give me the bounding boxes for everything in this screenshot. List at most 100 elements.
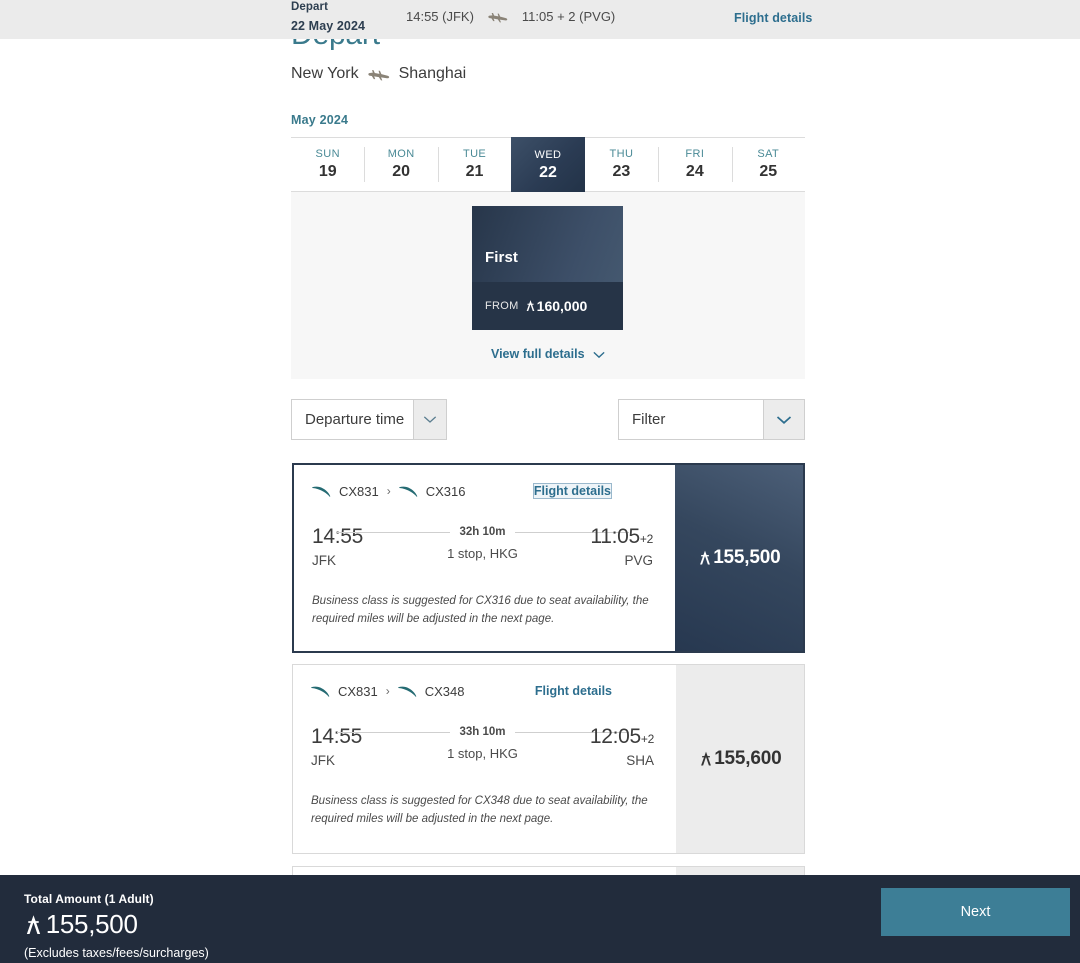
- flight-price-panel[interactable]: 155,600: [676, 665, 804, 853]
- flight-card-header: CX831 › CX348 Flight details: [311, 681, 654, 701]
- flight-details-link[interactable]: Flight details: [532, 483, 613, 499]
- cabin-class-section: First FROM 160,000 View full details: [291, 192, 805, 379]
- arrival-day-offset: +2: [640, 732, 654, 746]
- asia-miles-icon: [699, 750, 713, 768]
- next-button[interactable]: Next: [881, 888, 1070, 936]
- page-content: Depart New York Shanghai May 2024 SUN 19…: [0, 0, 1080, 963]
- summary-time-from: 14:55 (JFK): [406, 9, 474, 24]
- flight-duration: 32h 10m: [450, 526, 515, 538]
- cathay-brushwing-icon: [312, 485, 332, 497]
- arrival-time: 12:05+2: [590, 725, 654, 749]
- asia-miles-icon: [698, 549, 712, 567]
- date-tile-number: 25: [759, 163, 778, 180]
- duration-line: 33h 10m: [336, 725, 629, 739]
- date-tile-dow: SAT: [757, 148, 780, 160]
- calendar-month-label: May 2024: [291, 113, 349, 127]
- flight-number-1: CX831: [339, 483, 379, 499]
- cathay-brushwing-icon: [397, 685, 418, 697]
- date-tile-number: 22: [539, 164, 557, 181]
- date-tile-number: 21: [465, 163, 484, 180]
- flight-result-card[interactable]: CX831 › CX316 Flight details 14:55 JFK 3…: [292, 463, 805, 653]
- date-tile-fri-24[interactable]: FRI 24: [658, 138, 732, 191]
- flight-card-details: CX831 › CX316 Flight details 14:55 JFK 3…: [294, 465, 675, 651]
- date-tile-thu-23[interactable]: THU 23: [584, 138, 659, 191]
- flight-times-row: 14:55 JFK 33h 10m 1 stop, HKG 12:05+2 SH…: [311, 725, 654, 773]
- duration-line: 32h 10m: [336, 525, 629, 539]
- flight-numbers: CX831 › CX348: [311, 684, 465, 699]
- cabin-price-value: 160,000: [536, 298, 588, 314]
- date-tile-dow: THU: [609, 148, 634, 160]
- flight-segment-separator: ›: [386, 484, 391, 498]
- origin-city: New York: [291, 65, 359, 82]
- arrival-airport-code: SHA: [626, 753, 654, 768]
- summary-times: 14:55 (JFK) 11:05 + 2 (PVG): [406, 9, 615, 24]
- arrival-time-value: 11:05: [590, 525, 640, 548]
- date-tile-dow: WED: [534, 149, 562, 161]
- cabin-availability-note: Business class is suggested for CX316 du…: [312, 595, 649, 625]
- date-tile-dow: TUE: [462, 148, 487, 160]
- flight-price: 155,600: [699, 748, 782, 770]
- arrival-time: 11:05+2: [590, 525, 653, 549]
- cathay-brushwing-icon: [311, 685, 331, 697]
- arrival-block: 11:05+2 PVG: [590, 525, 653, 568]
- date-selector: SUN 19 MON 20 TUE 21 WED 22 THU 23 FRI 2…: [291, 137, 805, 194]
- total-amount-label: Total Amount (1 Adult): [24, 892, 154, 906]
- date-tile-number: 24: [685, 163, 704, 180]
- flight-price: 155,500: [698, 547, 781, 569]
- flight-price-value: 155,600: [714, 748, 782, 769]
- flight-price-panel[interactable]: 155,500: [675, 465, 803, 651]
- cabin-price: 160,000: [525, 298, 588, 314]
- route-summary: New York Shanghai: [291, 65, 466, 83]
- flight-duration: 33h 10m: [450, 726, 515, 738]
- flight-number-2: CX348: [424, 683, 465, 699]
- departure-time-dropdown[interactable]: Departure time: [291, 399, 447, 440]
- chevron-down-icon: [593, 348, 605, 362]
- cabin-class-name: First: [485, 249, 519, 266]
- departure-time-label: Departure time: [305, 411, 405, 428]
- destination-city: Shanghai: [398, 65, 467, 82]
- cabin-from-label: FROM: [485, 300, 519, 312]
- asia-miles-icon: [24, 912, 43, 937]
- date-tile-number: 20: [392, 163, 411, 180]
- airplane-icon: [367, 67, 390, 82]
- view-full-details-link[interactable]: View full details: [291, 347, 805, 362]
- date-tile-dow: FRI: [685, 148, 705, 160]
- date-tile-wed-22-selected[interactable]: WED 22: [511, 137, 585, 194]
- chevron-down-icon[interactable]: [763, 400, 804, 439]
- date-tile-mon-20[interactable]: MON 20: [364, 138, 438, 191]
- total-amount-value: 155,500: [24, 909, 138, 940]
- flight-card-details: CX831 › CX348 Flight details 14:55 JFK 3…: [293, 665, 676, 853]
- cathay-brushwing-icon: [398, 485, 419, 497]
- chevron-down-icon[interactable]: [413, 400, 446, 439]
- arrival-airport-code: PVG: [624, 553, 653, 568]
- arrival-block: 12:05+2 SHA: [590, 725, 654, 768]
- view-full-details-label: View full details: [490, 347, 585, 361]
- date-tile-number: 23: [612, 163, 631, 180]
- date-tile-dow: SUN: [315, 148, 340, 160]
- summary-time-to: 11:05 + 2 (PVG): [521, 9, 616, 24]
- date-tile-number: 19: [318, 163, 337, 180]
- summary-flight-details-link[interactable]: Flight details: [734, 11, 813, 25]
- flight-stops: 1 stop, HKG: [447, 546, 518, 561]
- flight-numbers: CX831 › CX316: [312, 484, 466, 499]
- date-tile-tue-21[interactable]: TUE 21: [437, 138, 512, 191]
- flight-stops: 1 stop, HKG: [447, 746, 518, 761]
- flight-segment-separator: ›: [385, 684, 390, 698]
- cabin-card-header: First: [472, 206, 623, 282]
- total-amount-number: 155,500: [45, 909, 138, 939]
- summary-depart-label: Depart: [291, 1, 329, 13]
- flight-number-2: CX316: [425, 483, 466, 499]
- flight-details-link[interactable]: Flight details: [535, 684, 612, 698]
- flight-result-card[interactable]: CX831 › CX348 Flight details 14:55 JFK 3…: [292, 664, 805, 854]
- filter-dropdown[interactable]: Filter: [618, 399, 805, 440]
- cabin-availability-note: Business class is suggested for CX348 du…: [311, 795, 648, 825]
- flight-price-value: 155,500: [713, 547, 781, 568]
- flight-times-row: 14:55 JFK 32h 10m 1 stop, HKG 11:05+2 PV…: [312, 525, 653, 573]
- arrival-time-value: 12:05: [589, 725, 641, 748]
- cabin-class-card-first[interactable]: First FROM 160,000: [472, 206, 623, 330]
- filter-label: Filter: [632, 411, 666, 428]
- date-tile-sat-25[interactable]: SAT 25: [731, 138, 805, 191]
- flight-number-1: CX831: [338, 683, 378, 699]
- date-tile-sun-19[interactable]: SUN 19: [291, 138, 365, 191]
- cabin-card-price-row: FROM 160,000: [472, 282, 623, 330]
